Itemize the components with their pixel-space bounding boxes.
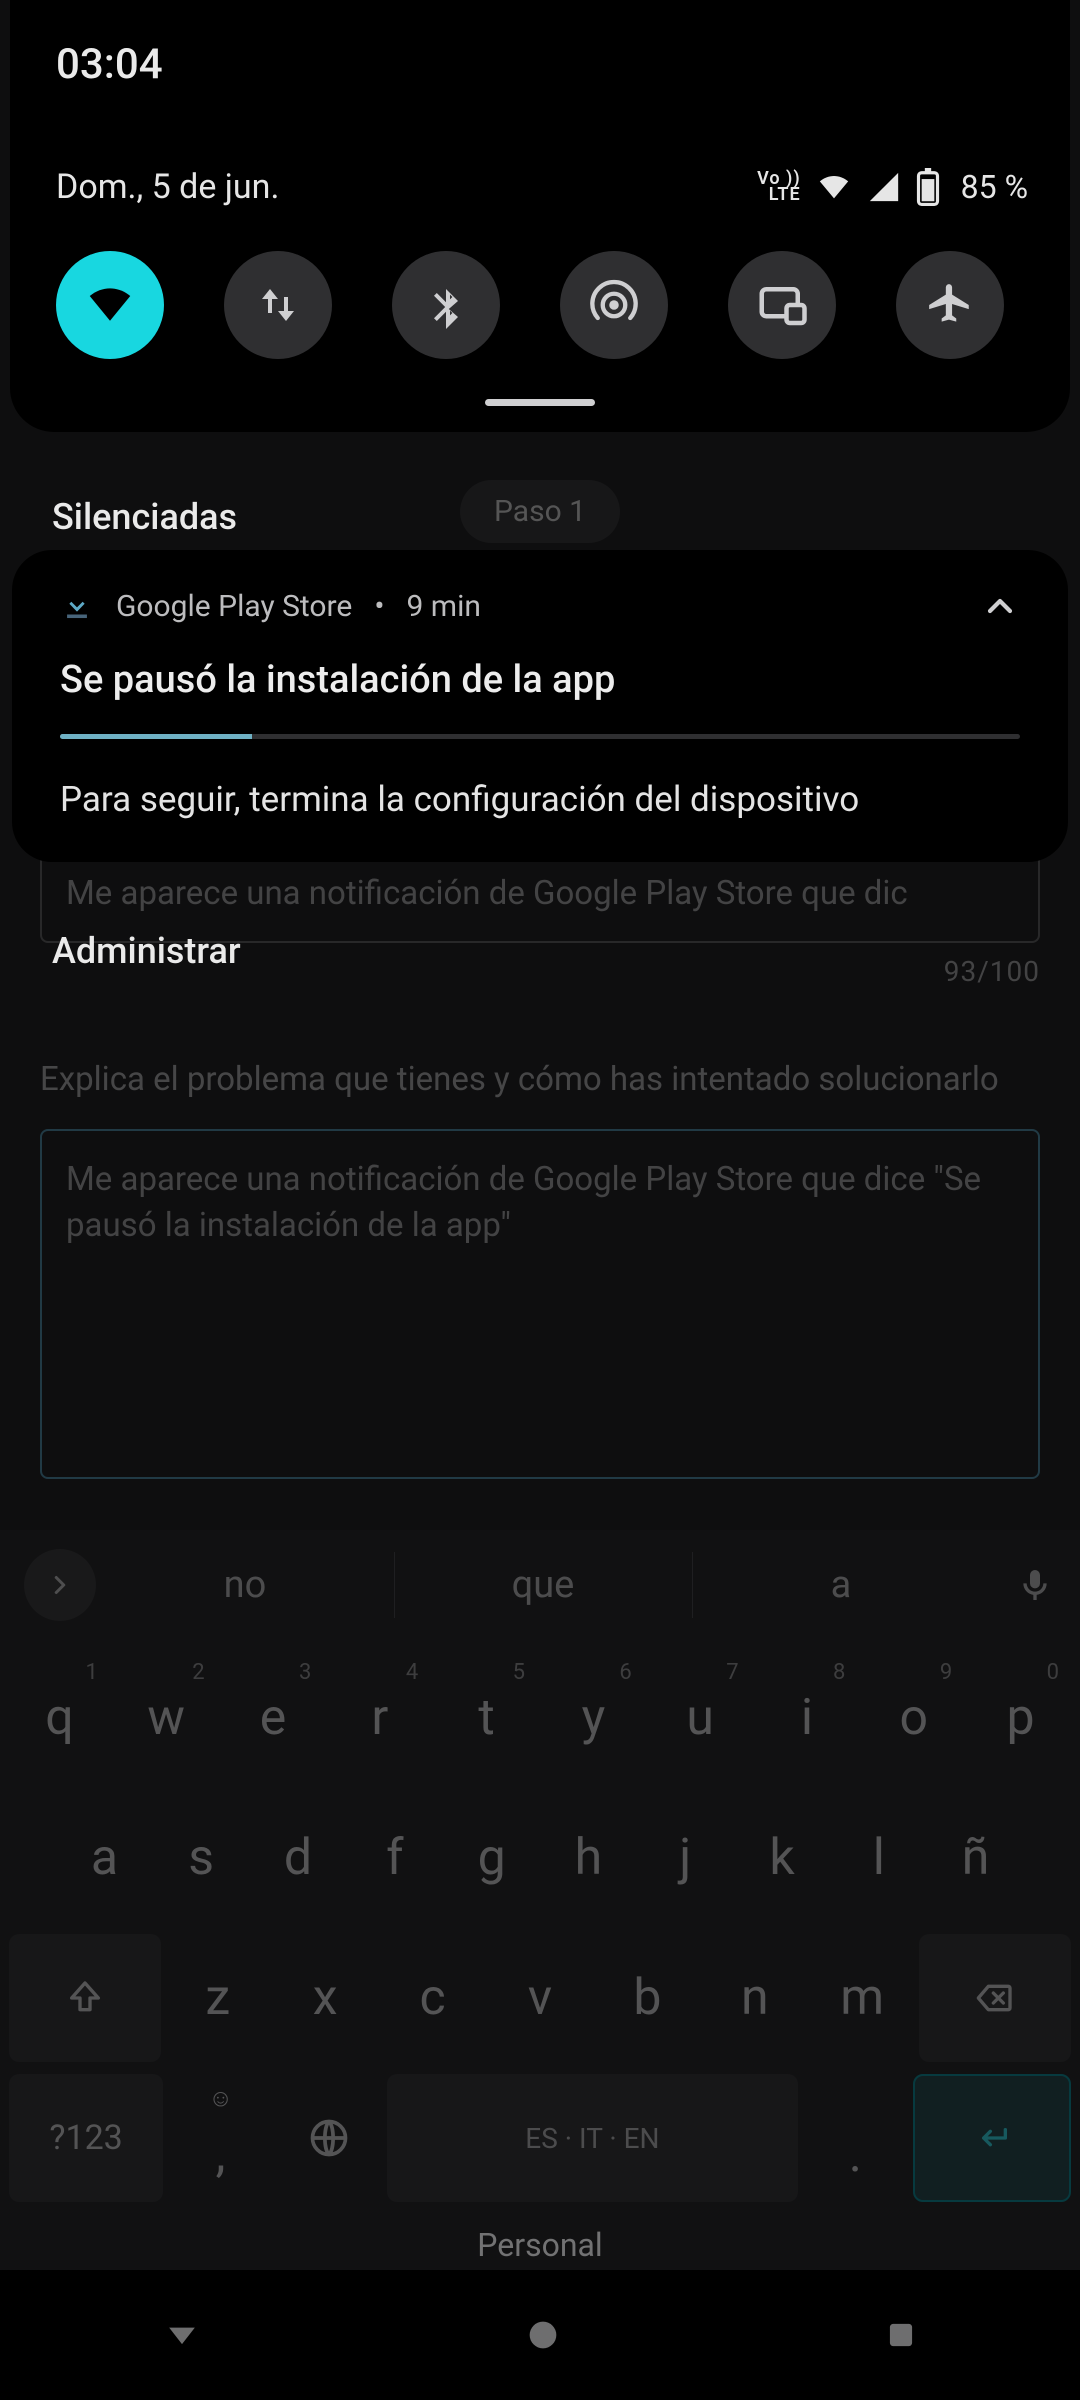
wifi-icon xyxy=(83,278,137,332)
key-p[interactable]: 0p xyxy=(970,1654,1071,1782)
symbols-key[interactable]: ?123 xyxy=(9,2074,163,2202)
key-k[interactable]: k xyxy=(737,1794,828,1922)
notification-title: Se pausó la instalación de la app xyxy=(60,658,1020,702)
signal-icon xyxy=(867,170,901,204)
notification-app-name: Google Play Store xyxy=(116,589,352,624)
key-u[interactable]: 7u xyxy=(650,1654,751,1782)
triangle-down-icon xyxy=(160,2313,204,2357)
system-nav-bar xyxy=(0,2270,1080,2400)
bluetooth-icon xyxy=(422,281,470,329)
status-icons: Vo )) LTE 85 % xyxy=(757,168,1028,206)
soft-keyboard: no que a 1q2w3e4r5t6y7u8i9o0p asdfghjklñ… xyxy=(0,1530,1080,2270)
qs-wifi-toggle[interactable] xyxy=(56,251,164,359)
download-icon xyxy=(60,589,94,623)
cast-icon xyxy=(755,278,809,332)
qs-bluetooth-toggle[interactable] xyxy=(392,251,500,359)
key-x[interactable]: x xyxy=(274,1934,375,2062)
key-i[interactable]: 8i xyxy=(757,1654,858,1782)
suggestion-1[interactable]: no xyxy=(96,1530,394,1640)
qs-cast-toggle[interactable] xyxy=(728,251,836,359)
key-s[interactable]: s xyxy=(156,1794,247,1922)
manage-button[interactable]: Administrar xyxy=(0,930,241,972)
key-v[interactable]: v xyxy=(489,1934,590,2062)
expand-toolbar-button[interactable] xyxy=(24,1549,96,1621)
comma-emoji-key[interactable]: ☺ , xyxy=(169,2074,272,2202)
hotspot-icon xyxy=(588,279,640,331)
language-key[interactable] xyxy=(278,2074,381,2202)
shade-drag-handle[interactable] xyxy=(485,399,595,406)
nav-recents-button[interactable] xyxy=(882,2316,920,2354)
globe-icon xyxy=(307,2116,351,2160)
key-t[interactable]: 5t xyxy=(436,1654,537,1782)
status-clock: 03:04 xyxy=(10,0,1070,89)
battery-percent: 85 % xyxy=(961,168,1028,206)
key-a[interactable]: a xyxy=(59,1794,150,1922)
circle-icon xyxy=(523,2315,563,2355)
shift-key[interactable] xyxy=(9,1934,161,2062)
shift-icon xyxy=(65,1978,105,2018)
keyboard-brand: Personal xyxy=(0,2208,1080,2276)
data-icon xyxy=(254,281,302,329)
key-f[interactable]: f xyxy=(349,1794,440,1922)
key-y[interactable]: 6y xyxy=(543,1654,644,1782)
status-date: Dom., 5 de jun. xyxy=(56,167,279,207)
airplane-icon xyxy=(925,280,975,330)
notification-shade[interactable]: 03:04 Dom., 5 de jun. Vo )) LTE 85 % xyxy=(10,0,1070,432)
qs-mobiledata-toggle[interactable] xyxy=(224,251,332,359)
space-key[interactable]: ES · IT · EN xyxy=(387,2074,798,2202)
volte-icon: Vo )) LTE xyxy=(757,171,801,203)
key-q[interactable]: 1q xyxy=(9,1654,110,1782)
notification-message: Para seguir, termina la configuración de… xyxy=(60,779,1020,820)
key-z[interactable]: z xyxy=(167,1934,268,2062)
suggestion-2[interactable]: que xyxy=(394,1530,692,1640)
install-progress xyxy=(60,734,1020,739)
key-r[interactable]: 4r xyxy=(329,1654,430,1782)
key-h[interactable]: h xyxy=(543,1794,634,1922)
explain-textarea[interactable]: Me aparece una notificación de Google Pl… xyxy=(40,1129,1040,1479)
key-j[interactable]: j xyxy=(640,1794,731,1922)
enter-key[interactable] xyxy=(913,2074,1071,2202)
qs-airplane-toggle[interactable] xyxy=(896,251,1004,359)
microphone-icon xyxy=(1015,1565,1055,1605)
step-chip: Paso 1 xyxy=(460,480,620,543)
silenced-header: Silenciadas xyxy=(0,444,237,538)
key-c[interactable]: c xyxy=(382,1934,483,2062)
period-key[interactable]: . xyxy=(804,2074,907,2202)
mic-button[interactable] xyxy=(990,1565,1080,1605)
key-d[interactable]: d xyxy=(253,1794,344,1922)
enter-icon xyxy=(968,2118,1016,2158)
notification-time: 9 min xyxy=(406,589,480,624)
chevron-right-icon xyxy=(45,1570,75,1600)
explain-label: Explica el problema que tienes y cómo ha… xyxy=(40,1058,1040,1103)
key-n[interactable]: n xyxy=(704,1934,805,2062)
key-o[interactable]: 9o xyxy=(863,1654,964,1782)
notification-card[interactable]: Google Play Store • 9 min Se pausó la in… xyxy=(12,550,1068,862)
key-g[interactable]: g xyxy=(446,1794,537,1922)
key-w[interactable]: 2w xyxy=(116,1654,217,1782)
key-e[interactable]: 3e xyxy=(223,1654,324,1782)
wifi-icon xyxy=(815,170,853,204)
battery-icon xyxy=(915,168,941,206)
key-b[interactable]: b xyxy=(597,1934,698,2062)
key-m[interactable]: m xyxy=(812,1934,913,2062)
backspace-icon xyxy=(971,1978,1019,2018)
backspace-key[interactable] xyxy=(919,1934,1071,2062)
key-l[interactable]: l xyxy=(833,1794,924,1922)
key-ñ[interactable]: ñ xyxy=(930,1794,1021,1922)
chevron-up-icon xyxy=(980,586,1020,626)
suggestion-3[interactable]: a xyxy=(692,1530,990,1640)
nav-back-button[interactable] xyxy=(160,2313,204,2357)
qs-hotspot-toggle[interactable] xyxy=(560,251,668,359)
collapse-button[interactable] xyxy=(980,586,1020,626)
square-icon xyxy=(882,2316,920,2354)
nav-home-button[interactable] xyxy=(523,2315,563,2355)
